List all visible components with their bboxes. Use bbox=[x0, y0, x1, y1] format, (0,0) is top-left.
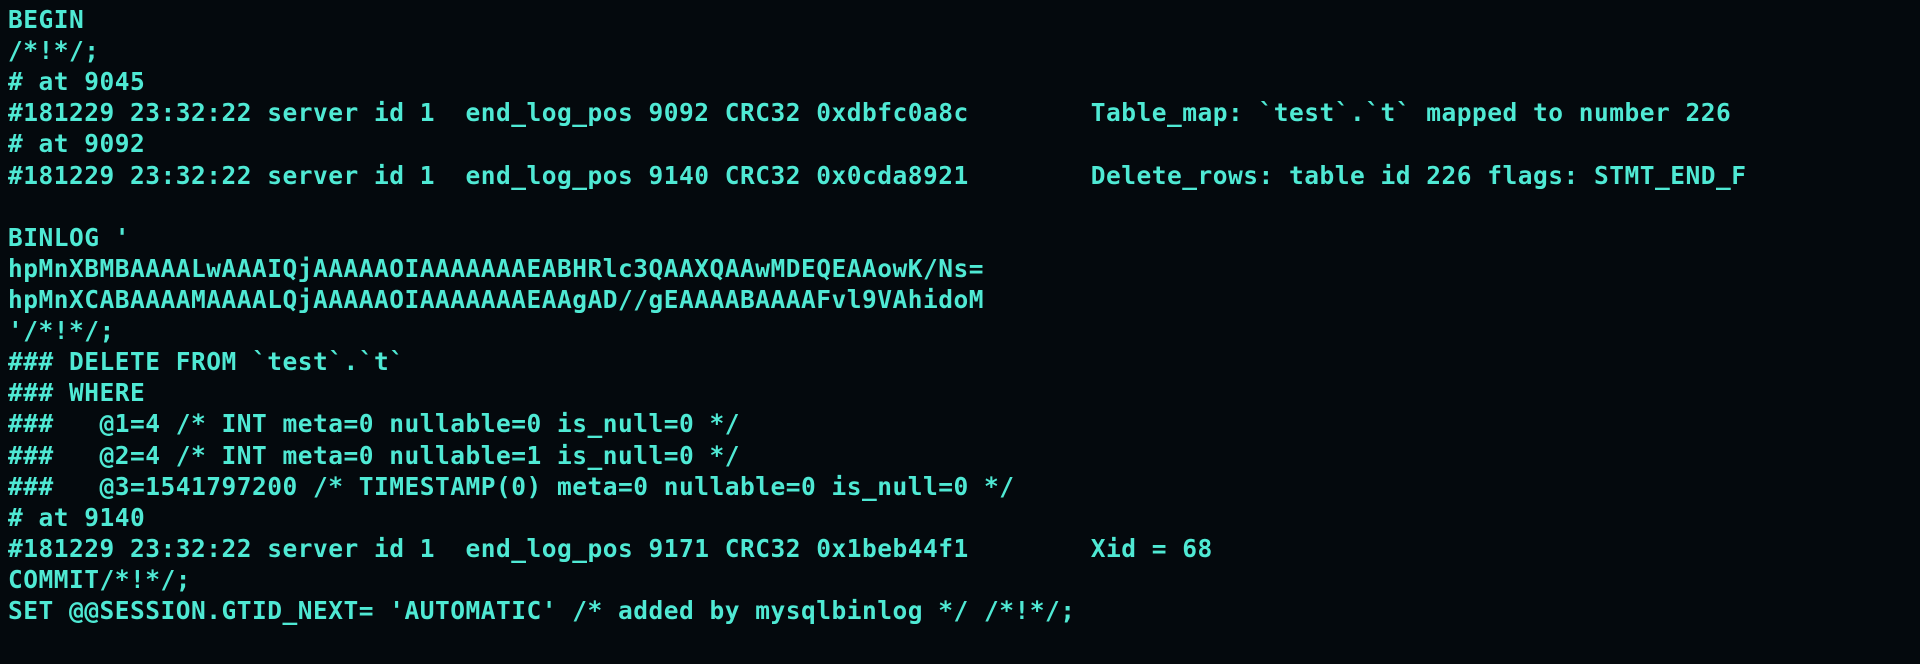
mysqlbinlog-output: BEGIN /*!*/; # at 9045 #181229 23:32:22 … bbox=[0, 0, 1920, 632]
